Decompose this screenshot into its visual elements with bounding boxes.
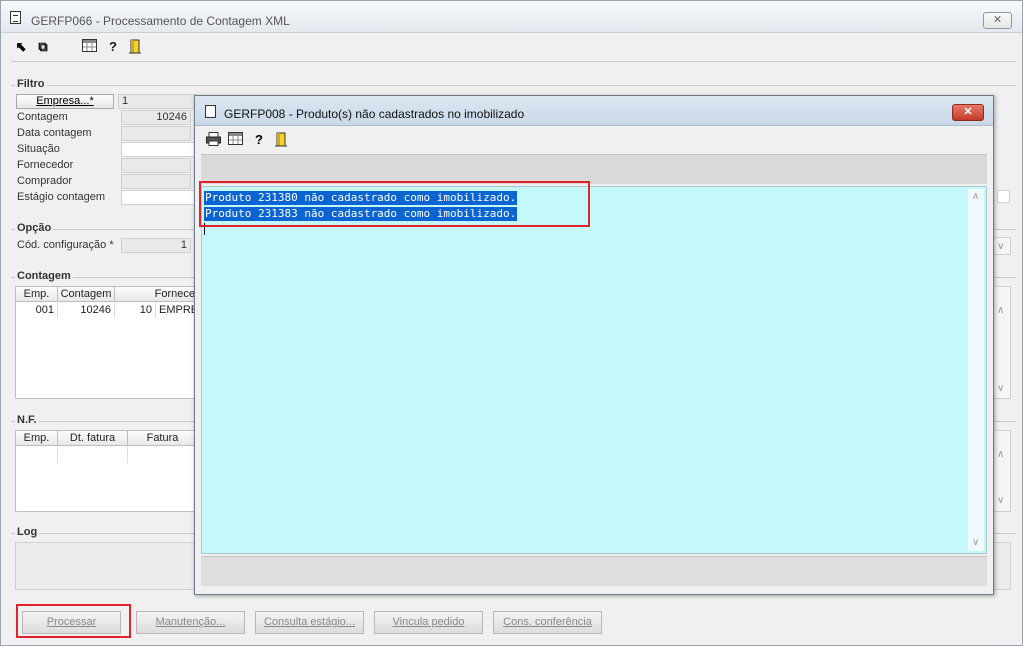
estagio-checkbox[interactable] — [997, 190, 1010, 203]
chevron-up-icon: ∧ — [997, 449, 1005, 460]
fornecedor-label: Fornecedor — [17, 159, 74, 171]
table-cell[interactable] — [16, 447, 58, 463]
cod-configuracao-field[interactable]: 1 — [121, 238, 191, 253]
manutencao-button[interactable]: Manutenção... — [136, 611, 245, 634]
empresa-button-label: Empresa...* — [36, 95, 94, 107]
main-title-bar: GERFP066 - Processamento de Contagem XML… — [1, 1, 1022, 33]
chevron-down-icon: ∨ — [997, 241, 1005, 252]
table-cell-contagem[interactable]: 10246 — [58, 303, 115, 318]
help-icon[interactable]: ? — [105, 39, 121, 55]
nf-group-label: N.F. — [15, 414, 39, 426]
estagio-contagem-field[interactable] — [121, 190, 195, 205]
manutencao-button-label: Manutenção... — [155, 616, 226, 628]
dialog-header-band — [201, 154, 987, 184]
table-cell-fornecedor-name[interactable]: EMPRES — [156, 303, 198, 318]
processar-highlight — [16, 604, 131, 638]
contagem-group-label: Contagem — [15, 270, 73, 282]
chevron-down-icon: ∨ — [997, 495, 1005, 506]
configuracao-dropdown[interactable]: ∨ — [993, 237, 1011, 255]
vincula-pedido-button[interactable]: Vincula pedido — [374, 611, 483, 634]
produto-nao-cadastrado-dialog: GERFP008 - Produto(s) não cadastrados no… — [194, 95, 994, 595]
main-window-title: GERFP066 - Processamento de Contagem XML — [31, 14, 290, 28]
grid-header-fatura[interactable]: Fatura — [128, 431, 198, 446]
situacao-field[interactable] — [121, 142, 195, 157]
filtro-group: Filtro — [11, 78, 1016, 90]
consulta-estagio-button[interactable]: Consulta estágio... — [255, 611, 364, 634]
cod-configuracao-label: Cód. configuração * — [17, 239, 114, 251]
table-cell-emp[interactable]: 001 — [16, 303, 58, 318]
filtro-group-label: Filtro — [15, 78, 47, 90]
help-icon[interactable]: ? — [251, 132, 267, 148]
chevron-up-icon: ∧ — [997, 305, 1005, 316]
grid-header-dt-fatura[interactable]: Dt. fatura — [58, 431, 128, 446]
exit-door-icon[interactable] — [127, 39, 143, 55]
dialog-title: GERFP008 - Produto(s) não cadastrados no… — [224, 107, 525, 121]
document-icon — [205, 105, 216, 118]
arrow-select-icon[interactable]: ⬉ — [13, 39, 29, 55]
nf-grid[interactable]: Emp. Dt. fatura Fatura — [15, 430, 198, 512]
document-icon — [10, 11, 21, 24]
grid-header-emp[interactable]: Emp. — [16, 287, 58, 302]
dialog-close-button[interactable]: ✕ — [952, 104, 984, 121]
nf-grid-scrollbar[interactable]: ∧ ∨ — [993, 430, 1011, 512]
log-group-label: Log — [15, 526, 40, 538]
chevron-down-icon: ∨ — [997, 383, 1005, 394]
table-cell[interactable] — [58, 447, 128, 463]
contagem-field[interactable]: 10246 — [121, 110, 191, 125]
situacao-label: Situação — [17, 143, 60, 155]
exit-door-icon[interactable] — [273, 132, 289, 148]
dialog-status-bar — [201, 556, 987, 586]
fornecedor-field[interactable] — [121, 158, 191, 173]
data-contagem-field[interactable] — [121, 126, 191, 141]
grid-header-contagem[interactable]: Contagem — [58, 287, 115, 302]
data-contagem-label: Data contagem — [17, 127, 92, 139]
copy-windows-icon[interactable]: ⧉ — [35, 39, 51, 55]
message-scrollbar[interactable]: ∧ ∨ — [968, 189, 984, 551]
cons-conferencia-button[interactable]: Cons. conferência — [493, 611, 602, 634]
table-cell-fornecedor[interactable]: 10 — [115, 303, 156, 318]
contagem-grid[interactable]: Emp. Contagem Fornece 001 10246 10 EMPRE… — [15, 286, 198, 399]
contagem-label: Contagem — [17, 111, 68, 123]
empresa-field[interactable]: 1 — [118, 94, 196, 109]
vincula-pedido-button-label: Vincula pedido — [392, 616, 465, 628]
opcao-group-label: Opção — [15, 222, 54, 234]
empresa-button[interactable]: Empresa...* — [16, 94, 114, 109]
calculator-icon[interactable] — [227, 132, 243, 148]
grid-header-emp[interactable]: Emp. — [16, 431, 58, 446]
message-highlight — [199, 181, 590, 227]
contagem-grid-scrollbar[interactable]: ∧ ∨ — [993, 286, 1011, 399]
chevron-up-icon: ∧ — [972, 191, 980, 202]
estagio-contagem-label: Estágio contagem — [17, 191, 106, 203]
consulta-estagio-button-label: Consulta estágio... — [263, 616, 356, 628]
cons-conferencia-button-label: Cons. conferência — [503, 616, 592, 628]
printer-icon[interactable] — [205, 132, 221, 148]
grid-header-fornecedor[interactable]: Fornece — [115, 287, 198, 302]
calculator-icon[interactable] — [81, 39, 97, 55]
message-text-area[interactable]: Produto 231380 não cadastrado como imobi… — [201, 186, 987, 554]
dialog-title-bar: GERFP008 - Produto(s) não cadastrados no… — [195, 96, 993, 126]
chevron-down-icon: ∨ — [972, 537, 980, 548]
toolbar-divider — [11, 61, 1016, 62]
comprador-label: Comprador — [17, 175, 73, 187]
comprador-field[interactable] — [121, 174, 191, 189]
main-close-button[interactable]: ✕ — [983, 12, 1012, 29]
